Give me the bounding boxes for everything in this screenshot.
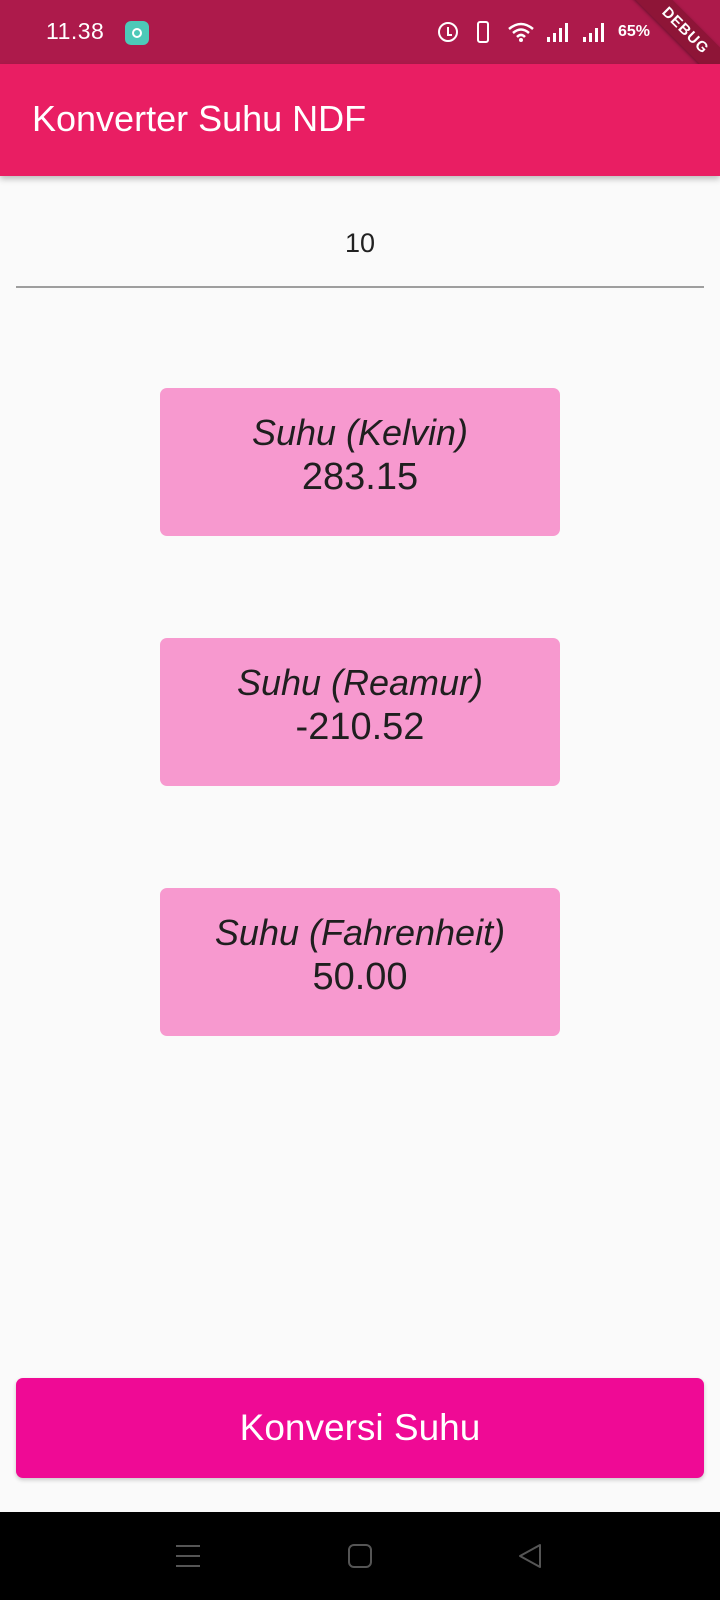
- fahrenheit-result-card: Suhu (Fahrenheit) 50.00: [160, 888, 560, 1036]
- vibrate-icon: [470, 21, 496, 43]
- convert-temperature-button[interactable]: Konversi Suhu: [16, 1378, 704, 1478]
- status-icons: 65%: [437, 14, 650, 50]
- signal-icon-2: [582, 23, 604, 42]
- wifi-icon: [508, 22, 534, 42]
- kelvin-result-card: Suhu (Kelvin) 283.15: [160, 388, 560, 536]
- fahrenheit-label: Suhu (Fahrenheit): [214, 912, 506, 953]
- menu-icon[interactable]: [168, 1540, 208, 1572]
- signal-icon: [546, 23, 568, 42]
- home-icon[interactable]: [340, 1540, 380, 1572]
- back-icon[interactable]: [510, 1540, 550, 1572]
- kelvin-value: 283.15: [301, 456, 419, 498]
- system-nav-bar: [0, 1512, 720, 1600]
- temperature-input[interactable]: [16, 200, 704, 288]
- status-time: 11.38: [46, 18, 105, 44]
- reamur-label: Suhu (Reamur): [236, 662, 484, 703]
- app-bar: Konverter Suhu NDF: [0, 64, 720, 176]
- battery-percentage: 65%: [617, 23, 650, 40]
- alarm-icon: [437, 22, 458, 42]
- reamur-result-card: Suhu (Reamur) -210.52: [160, 638, 560, 786]
- fahrenheit-value: 50.00: [312, 956, 408, 998]
- reamur-value: -210.52: [295, 706, 425, 748]
- temperature-input-container: [16, 200, 704, 290]
- status-bar: 11.38 65%: [0, 0, 720, 64]
- app-title: Konverter Suhu NDF: [32, 98, 367, 139]
- kelvin-label: Suhu (Kelvin): [251, 412, 469, 453]
- notification-app-icon: [125, 21, 149, 45]
